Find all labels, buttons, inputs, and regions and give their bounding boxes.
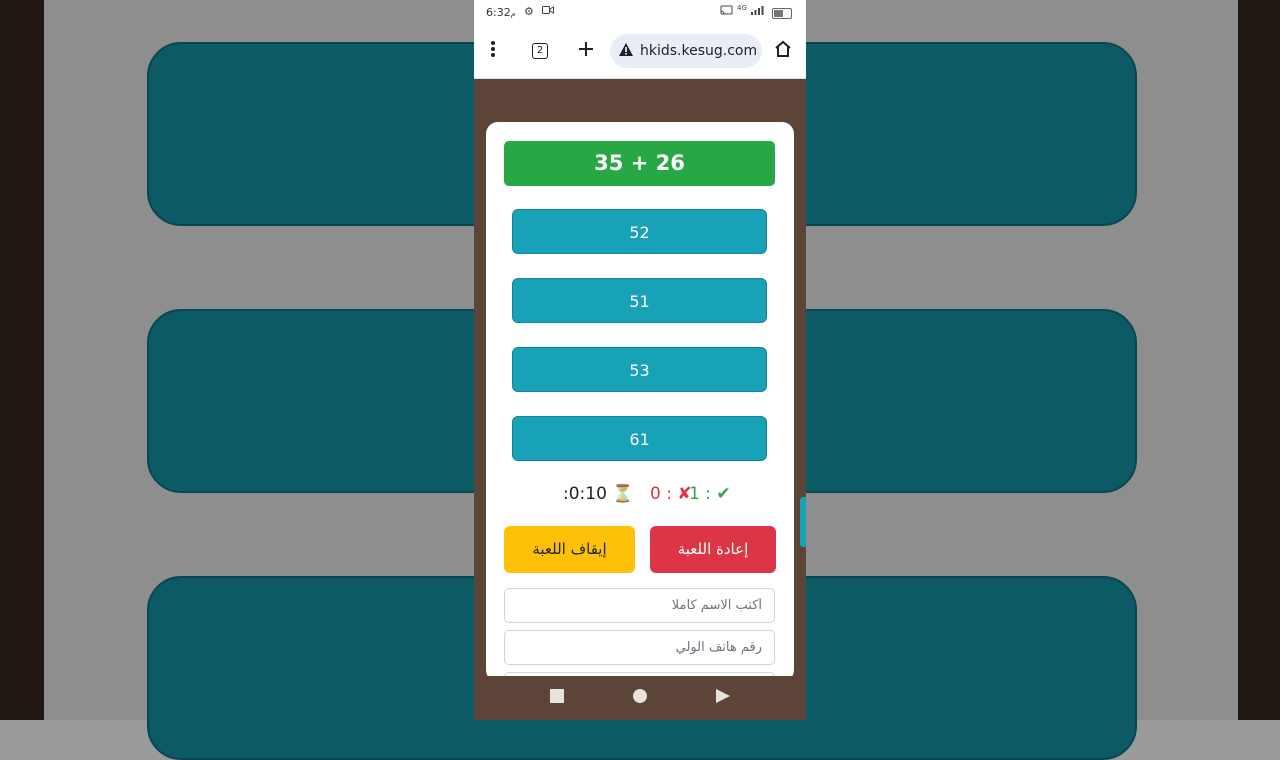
- status-ampm: م: [510, 9, 516, 18]
- status-time: م6:32: [486, 6, 516, 19]
- recent-apps-icon[interactable]: [550, 688, 564, 707]
- url-bar[interactable]: hkids.kesug.com: [610, 34, 762, 68]
- back-nav-icon[interactable]: [716, 688, 730, 707]
- tabs-icon[interactable]: 2: [532, 43, 548, 59]
- score-bar: :0:10 ⏳ 0 : ✘ 1 : ✔: [486, 484, 794, 510]
- answer-button[interactable]: 61: [512, 416, 767, 461]
- android-nav-bar: [474, 676, 806, 720]
- warning-icon[interactable]: [618, 42, 634, 61]
- question-display: 35 + 26: [504, 141, 775, 186]
- timer-value: :0:10: [563, 484, 607, 504]
- plus-icon[interactable]: [578, 40, 594, 64]
- timer: :0:10 ⏳: [563, 484, 633, 504]
- side-tab[interactable]: [800, 497, 806, 547]
- battery-level: [774, 10, 783, 17]
- url-text[interactable]: hkids.kesug.com: [640, 43, 757, 59]
- home-nav-icon[interactable]: [633, 688, 647, 707]
- home-icon[interactable]: [774, 40, 792, 65]
- browser-toolbar: 2 hkids.kesug.com: [474, 26, 806, 79]
- phone-screen: م6:32 ⚙ 4G 2 hkids.kesug.com 35 + 26 52 …: [474, 0, 806, 720]
- status-bar: م6:32 ⚙ 4G: [474, 0, 806, 26]
- answer-button[interactable]: 53: [512, 347, 767, 392]
- wrong-count: 0 : ✘: [650, 484, 692, 504]
- video-icon: [542, 5, 554, 18]
- right-count-value: 1 :: [689, 484, 711, 504]
- answer-button[interactable]: 52: [512, 209, 767, 254]
- menu-dots-icon[interactable]: [490, 40, 496, 65]
- stop-game-button[interactable]: إيقاف اللعبة: [504, 526, 635, 573]
- check-icon: ✔: [716, 484, 731, 504]
- status-time-value: 6:32: [486, 6, 511, 19]
- hourglass-icon: ⏳: [612, 484, 634, 504]
- background-edge-left: [0, 0, 44, 720]
- cast-icon: [720, 5, 733, 19]
- restart-game-button[interactable]: إعادة اللعبة: [650, 526, 776, 573]
- background-edge-right: [1238, 0, 1280, 720]
- parent-phone-input[interactable]: [504, 630, 775, 665]
- full-name-input[interactable]: [504, 588, 775, 623]
- answer-button[interactable]: 51: [512, 278, 767, 323]
- right-count: 1 : ✔: [689, 484, 731, 504]
- network-4g-icon: 4G: [737, 4, 747, 12]
- game-card: 35 + 26 52 51 53 61 :0:10 ⏳ 0 : ✘ 1 : ✔ …: [486, 122, 794, 692]
- signal-icon: [750, 5, 764, 19]
- battery-icon: [772, 8, 792, 19]
- settings-icon: ⚙: [524, 5, 534, 18]
- wrong-count-value: 0 :: [650, 484, 672, 504]
